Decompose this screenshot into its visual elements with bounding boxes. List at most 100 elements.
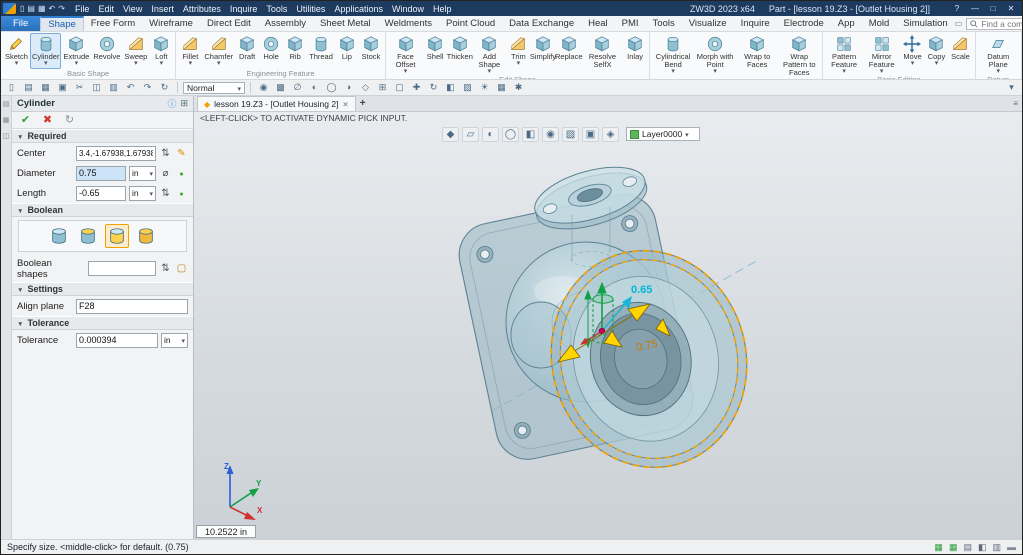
ribbon-tab-app[interactable]: App <box>831 16 862 31</box>
ribbon-button-stock[interactable]: Stock <box>359 33 383 69</box>
cancel-button[interactable] <box>40 114 55 126</box>
ribbon-button-add-shape[interactable]: Add Shape <box>472 33 506 75</box>
ribbon-button-chamfer[interactable]: Chamfer <box>202 33 235 69</box>
undo-icon[interactable]: ↶ <box>123 82 138 93</box>
ribbon-button-wrap-pattern-to-faces[interactable]: Wrap Pattern to Faces <box>778 33 820 78</box>
cut-icon[interactable]: ✂ <box>72 82 87 93</box>
swap-input-icon[interactable] <box>159 188 172 199</box>
menu-attributes[interactable]: Attributes <box>183 4 221 14</box>
ribbon-button-resolve-selfx[interactable]: Resolve SelfX <box>582 33 623 75</box>
ribbon-tab-visualize[interactable]: Visualize <box>682 16 734 31</box>
perspective-icon[interactable]: ◇ <box>358 82 373 93</box>
ribbon-button-wrap-to-faces[interactable]: Wrap to Faces <box>736 33 778 78</box>
file-tab[interactable]: File <box>1 16 41 31</box>
ribbon-button-loft[interactable]: Loft <box>149 33 173 69</box>
open-file-icon[interactable]: ▤ <box>27 4 35 13</box>
print-icon[interactable]: ▣ <box>55 82 70 93</box>
maximize-button[interactable]: □ <box>984 4 1002 13</box>
split-view-icon[interactable]: ◧ <box>978 542 987 553</box>
ribbon-tab-point-cloud[interactable]: Point Cloud <box>439 16 502 31</box>
ribbon-button-replace[interactable]: Replace <box>555 33 583 75</box>
section-required[interactable]: Required <box>12 129 193 143</box>
ribbon-button-scale[interactable]: Scale <box>948 33 972 75</box>
menu-window[interactable]: Window <box>392 4 424 14</box>
ribbon-button-copy[interactable]: Copy <box>924 33 948 75</box>
ribbon-tab-direct-edit[interactable]: Direct Edit <box>200 16 258 31</box>
pick-point-icon[interactable] <box>175 148 188 159</box>
menu-file[interactable]: File <box>75 4 90 14</box>
search-input[interactable] <box>981 18 1022 29</box>
undo-icon[interactable]: ↶ <box>49 4 56 13</box>
hidden-edge-icon[interactable]: ◑ <box>341 82 356 93</box>
help-button[interactable]: ? <box>948 4 966 13</box>
ribbon-tab-inquire[interactable]: Inquire <box>734 16 777 31</box>
ribbon-tab-simulation[interactable]: Simulation <box>896 16 954 31</box>
section-icon[interactable]: ◧ <box>522 126 539 142</box>
layer-indicator-icon[interactable]: ▦ <box>934 542 943 553</box>
history-panel-icon[interactable]: ▦ <box>3 116 10 124</box>
ribbon-tab-weldments[interactable]: Weldments <box>378 16 439 31</box>
shade-icon[interactable]: ◐ <box>307 82 322 93</box>
resize-grip-icon[interactable]: ▬ <box>1007 542 1016 553</box>
redo-icon[interactable]: ↷ <box>58 4 65 13</box>
open-icon[interactable]: ▤ <box>21 82 36 93</box>
pmi-display-icon[interactable]: ▣ <box>582 126 599 142</box>
section-boolean[interactable]: Boolean <box>12 203 193 217</box>
outlet-housing-model[interactable]: 0.65 0.75 <box>194 143 1023 542</box>
tolerance-input[interactable] <box>76 332 158 348</box>
deselect-icon[interactable]: ∅ <box>290 82 305 93</box>
menu-inquire[interactable]: Inquire <box>230 4 258 14</box>
ribbon-tab-data-exchange[interactable]: Data Exchange <box>502 16 581 31</box>
height-dim-label[interactable]: 0.65 <box>631 284 652 296</box>
ribbon-button-sketch[interactable]: Sketch <box>3 33 30 69</box>
close-tab-icon[interactable] <box>342 99 348 109</box>
assembly-panel-icon[interactable]: ◫ <box>3 132 10 140</box>
info-icon[interactable] <box>167 97 176 110</box>
copy-icon[interactable]: ◫ <box>89 82 104 93</box>
ok-button[interactable] <box>18 114 33 126</box>
ribbon-button-thread[interactable]: Thread <box>307 33 335 69</box>
zoom-window-icon[interactable]: ▢ <box>392 82 407 93</box>
minimize-button[interactable]: — <box>966 4 984 13</box>
snap-indicator-icon[interactable]: ▦ <box>949 542 958 553</box>
boolean-intersect-icon[interactable] <box>134 224 158 248</box>
ribbon-tab-mold[interactable]: Mold <box>862 16 897 31</box>
menu-utilities[interactable]: Utilities <box>296 4 325 14</box>
ribbon-tab-pmi[interactable]: PMI <box>615 16 646 31</box>
pick-filter-icon[interactable]: ▩ <box>273 82 288 93</box>
menu-help[interactable]: Help <box>433 4 452 14</box>
save-icon[interactable]: ▦ <box>38 82 53 93</box>
menu-view[interactable]: View <box>123 4 142 14</box>
align-plane-input[interactable] <box>76 298 188 314</box>
shading-mode-icon[interactable]: ◐ <box>482 126 499 142</box>
boolean-base-icon[interactable] <box>47 224 71 248</box>
manager-panel-icon[interactable]: ▤ <box>3 100 10 108</box>
ribbon-button-sweep[interactable]: Sweep <box>122 33 149 69</box>
ribbon-button-cylinder[interactable]: Cylinder <box>29 33 62 69</box>
swap-input-icon[interactable] <box>159 148 172 159</box>
ribbon-button-hole[interactable]: Hole <box>259 33 283 69</box>
ribbon-button-lip[interactable]: Lip <box>335 33 359 69</box>
section-settings[interactable]: Settings <box>12 282 193 296</box>
ribbon-button-revolve[interactable]: Revolve <box>91 33 122 69</box>
command-search[interactable] <box>966 17 1022 30</box>
regen-icon[interactable]: ↻ <box>157 82 172 93</box>
redo-icon[interactable]: ↷ <box>140 82 155 93</box>
ribbon-tab-assembly[interactable]: Assembly <box>258 16 313 31</box>
ribbon-button-shell[interactable]: Shell <box>423 33 447 75</box>
ribbon-button-rib[interactable]: Rib <box>283 33 307 69</box>
inquire-icon[interactable]: ◉ <box>256 82 271 93</box>
lighting-icon[interactable]: ☀ <box>477 82 492 93</box>
boolean-add-icon[interactable] <box>76 224 100 248</box>
wireframe-icon[interactable]: ◯ <box>324 82 339 93</box>
settings-icon[interactable]: ✱ <box>511 82 526 93</box>
save-icon[interactable]: ▦ <box>38 4 46 13</box>
ribbon-tab-wireframe[interactable]: Wireframe <box>142 16 200 31</box>
diameter-unit-dropdown[interactable]: in <box>129 165 156 181</box>
curvature-icon[interactable]: ◉ <box>542 126 559 142</box>
ribbon-button-trim[interactable]: Trim <box>506 33 530 75</box>
ribbon-button-draft[interactable]: Draft <box>235 33 259 69</box>
diameter-symbol-icon[interactable] <box>159 168 172 179</box>
ribbon-tab-shape[interactable]: Shape <box>40 16 84 31</box>
ribbon-button-simplify[interactable]: Simplify <box>530 33 556 75</box>
